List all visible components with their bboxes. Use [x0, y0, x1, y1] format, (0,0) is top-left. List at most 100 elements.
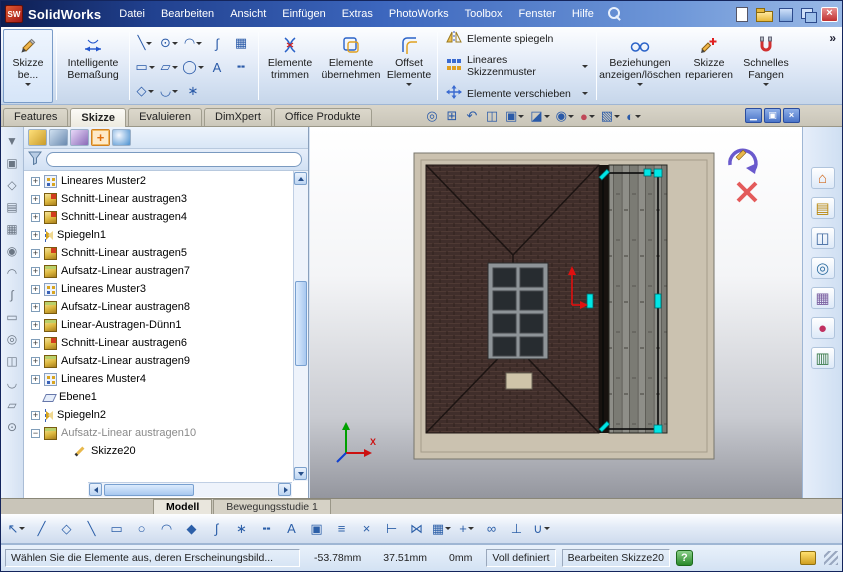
sweep-tool-icon[interactable]: ◠ — [3, 263, 22, 282]
window-icon[interactable] — [799, 6, 817, 22]
smart-dimension-icon[interactable]: ◇ — [55, 517, 78, 541]
scroll-right-button[interactable] — [278, 483, 291, 496]
ellipse-tool[interactable]: ◯ — [181, 55, 205, 79]
tab-features[interactable]: Features — [3, 108, 68, 126]
vertical-scroll-thumb[interactable] — [295, 281, 307, 366]
expand-toggle[interactable]: + — [31, 375, 40, 384]
tree-item[interactable]: +Lineares Muster3 — [25, 280, 292, 298]
doc-tab-bewegungsstudie-1[interactable]: Bewegungsstudie 1 — [213, 499, 331, 514]
sketch-icon[interactable]: ╱ — [30, 517, 53, 541]
scroll-left-button[interactable] — [89, 483, 102, 496]
tree-item[interactable]: +Aufsatz-Linear austragen7 — [25, 262, 292, 280]
previous-view-icon[interactable]: ↶ — [463, 107, 481, 125]
exit-sketch-confirm-button[interactable] — [730, 150, 757, 174]
menu-photoworks[interactable]: PhotoWorks — [381, 6, 457, 22]
pattern-tool-icon[interactable]: ▦ — [3, 219, 22, 238]
restore-button[interactable]: ▣ — [764, 108, 781, 123]
cancel-sketch-button[interactable] — [738, 183, 756, 201]
quick-snaps-icon[interactable]: ∪ — [530, 517, 553, 541]
hide-show-icon[interactable]: ◉ — [554, 107, 576, 125]
featuremanager-tab[interactable] — [28, 129, 47, 146]
tree-horizontal-scrollbar[interactable] — [88, 482, 292, 497]
display-relations-button[interactable]: Beziehungen anzeigen/löschen — [600, 29, 680, 103]
view-palette-icon[interactable]: ▦ — [811, 287, 835, 309]
handle-left-mid[interactable] — [587, 294, 593, 308]
expand-toggle[interactable]: + — [31, 195, 40, 204]
spline-tool[interactable]: ∫ — [205, 31, 229, 55]
close-icon[interactable] — [821, 7, 838, 22]
extrude-tool-icon[interactable]: ▤ — [3, 197, 22, 216]
sketch-pattern-tool[interactable]: ▦ — [229, 31, 253, 55]
section-view-icon[interactable]: ◫ — [483, 107, 501, 125]
tree-vertical-scrollbar[interactable] — [293, 171, 308, 481]
file-explorer-icon[interactable]: ◫ — [811, 227, 835, 249]
tree-item[interactable]: +Schnitt-Linear austragen4 — [25, 208, 292, 226]
convert-entities-icon[interactable]: ▣ — [305, 517, 328, 541]
cut-tool-icon[interactable]: ▭ — [3, 307, 22, 326]
expand-toggle[interactable]: + — [31, 339, 40, 348]
tree-item[interactable]: −Aufsatz-Linear austragen10 — [25, 424, 292, 442]
rectangle-tool[interactable]: ▭ — [133, 55, 157, 79]
doc-tab-modell[interactable]: Modell — [153, 499, 212, 514]
toolbars-icon[interactable] — [777, 6, 795, 22]
rectangle-icon[interactable]: ▭ — [105, 517, 128, 541]
offset-entities-icon[interactable]: ≡ — [330, 517, 353, 541]
loft-tool-icon[interactable]: ∫ — [3, 285, 22, 304]
tree-item[interactable]: +Lineares Muster4 — [25, 370, 292, 388]
edit-appearance-icon[interactable]: ● — [578, 107, 597, 125]
scroll-up-button[interactable] — [294, 172, 307, 185]
line-tool[interactable]: ╲ — [133, 31, 157, 55]
search-icon[interactable] — [606, 6, 624, 22]
feature-filter-input[interactable] — [46, 152, 302, 167]
tab-skizze[interactable]: Skizze — [70, 108, 126, 127]
menu-hilfe[interactable]: Hilfe — [564, 6, 602, 22]
centerline-tool[interactable]: ╍ — [229, 55, 253, 79]
custom-properties-icon[interactable]: ▥ — [811, 347, 835, 369]
menu-fenster[interactable]: Fenster — [511, 6, 564, 22]
revolve-tool-icon[interactable]: ◉ — [3, 241, 22, 260]
mirror-entities-icon[interactable]: ⋈ — [405, 517, 428, 541]
fillet-tool[interactable]: ◡ — [157, 79, 181, 103]
house-model[interactable] — [414, 153, 714, 459]
tree-item[interactable]: +Aufsatz-Linear austragen8 — [25, 298, 292, 316]
new-document-icon[interactable] — [733, 6, 751, 22]
tab-office-produkte[interactable]: Office Produkte — [274, 108, 372, 126]
fillet-tool-icon[interactable]: ◡ — [3, 373, 22, 392]
expand-toggle[interactable]: + — [31, 357, 40, 366]
draft-tool-icon[interactable]: ⊙ — [3, 417, 22, 436]
sketch-tool-icon[interactable]: ▣ — [3, 153, 22, 172]
slot-tool[interactable]: ▱ — [157, 55, 181, 79]
circle-icon[interactable]: ○ — [130, 517, 153, 541]
menu-datei[interactable]: Datei — [111, 6, 153, 22]
zoom-area-icon[interactable]: ⊞ — [443, 107, 461, 125]
trim-entities-icon[interactable]: × — [355, 517, 378, 541]
propertymanager-tab[interactable] — [49, 129, 68, 146]
expand-toggle[interactable]: + — [31, 177, 40, 186]
view-settings-icon[interactable]: ◐ — [624, 107, 643, 125]
tab-evaluieren[interactable]: Evaluieren — [128, 108, 202, 126]
smart-dimension-button[interactable]: Intelligente Bemaßung — [60, 29, 126, 103]
resize-grip[interactable] — [824, 551, 838, 565]
menu-extras[interactable]: Extras — [334, 6, 381, 22]
menu-toolbox[interactable]: Toolbox — [457, 6, 511, 22]
line-icon[interactable]: ╲ — [80, 517, 103, 541]
handle-bottom-right[interactable] — [654, 425, 662, 433]
arc-tool[interactable]: ◠ — [181, 31, 205, 55]
design-library-icon[interactable]: ▤ — [811, 197, 835, 219]
close-button[interactable]: × — [783, 108, 800, 123]
tree-item[interactable]: +Spiegeln2 — [25, 406, 292, 424]
display-relations-icon[interactable]: ∞ — [480, 517, 503, 541]
quick-tips-icon[interactable] — [676, 550, 693, 566]
tree-item[interactable]: Skizze20 — [25, 442, 292, 460]
point-icon[interactable]: ∗ — [230, 517, 253, 541]
displaymanager-tab[interactable] — [112, 129, 131, 146]
tree-item[interactable]: +Schnitt-Linear austragen3 — [25, 190, 292, 208]
centerline-icon[interactable]: ╍ — [255, 517, 278, 541]
dimension-tool-icon[interactable]: ◇ — [3, 175, 22, 194]
expand-toggle[interactable]: + — [31, 231, 40, 240]
horizontal-scroll-thumb[interactable] — [104, 484, 194, 496]
display-style-icon[interactable]: ◪ — [528, 107, 551, 125]
move-entities-icon[interactable]: + — [455, 517, 478, 541]
menu-einfügen[interactable]: Einfügen — [274, 6, 333, 22]
trim-entities-button[interactable]: Elemente trimmen — [262, 29, 318, 103]
